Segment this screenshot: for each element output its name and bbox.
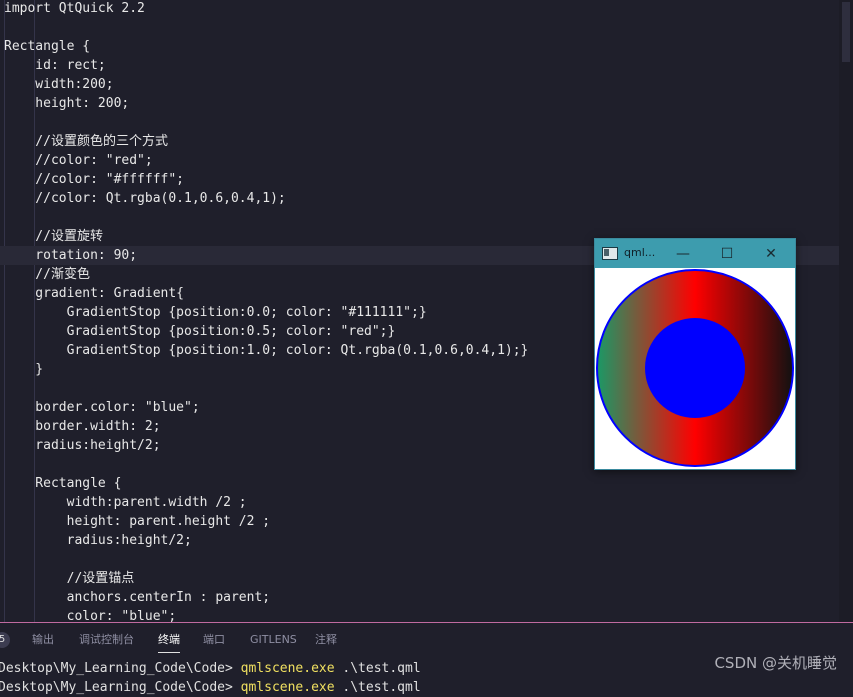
- close-button[interactable]: ✕: [751, 239, 791, 268]
- terminal-line[interactable]: Desktop\My_Learning_Code\Code> qmlscene.…: [0, 659, 421, 678]
- code-line[interactable]: width:parent.width /2 ;: [0, 493, 853, 512]
- code-line[interactable]: width:200;: [0, 75, 853, 94]
- scrollbar-thumb[interactable]: [842, 2, 850, 62]
- window-title: qml...: [624, 246, 656, 259]
- terminal-line[interactable]: Desktop\My_Learning_Code\Code> qmlscene.…: [0, 678, 421, 697]
- code-line[interactable]: [0, 18, 853, 37]
- code-line[interactable]: id: rect;: [0, 56, 853, 75]
- qml-scene-svg: [596, 269, 794, 467]
- tab-terminal[interactable]: 终端: [158, 632, 180, 653]
- code-line[interactable]: //color: "#ffffff";: [0, 170, 853, 189]
- tab-ports[interactable]: 端口: [203, 632, 225, 648]
- terminal-command: qmlscene.exe: [240, 680, 335, 695]
- problems-count-badge[interactable]: 5: [0, 632, 10, 648]
- tab-output[interactable]: 输出: [32, 632, 54, 648]
- terminal-command: qmlscene.exe: [240, 661, 335, 676]
- code-line[interactable]: radius:height/2;: [0, 531, 853, 550]
- code-line[interactable]: anchors.centerIn : parent;: [0, 588, 853, 607]
- code-line[interactable]: height: 200;: [0, 94, 853, 113]
- terminal-prompt: Desktop\My_Learning_Code\Code>: [0, 661, 241, 676]
- minimize-button[interactable]: —: [663, 239, 703, 268]
- code-line[interactable]: [0, 113, 853, 132]
- code-line[interactable]: //设置颜色的三个方式: [0, 132, 853, 151]
- watermark: CSDN @关机睡觉: [714, 654, 837, 672]
- tab-comments[interactable]: 注释: [315, 632, 337, 648]
- code-line[interactable]: Rectangle {: [0, 37, 853, 56]
- code-line[interactable]: [0, 208, 853, 227]
- code-line[interactable]: height: parent.height /2 ;: [0, 512, 853, 531]
- code-line[interactable]: color: "blue";: [0, 607, 853, 622]
- terminal-args: .\test.qml: [334, 680, 421, 695]
- code-line[interactable]: //color: Qt.rgba(0.1,0.6,0.4,1);: [0, 189, 853, 208]
- code-line[interactable]: [0, 550, 853, 569]
- code-line[interactable]: import QtQuick 2.2: [0, 0, 853, 18]
- inner-circle: [645, 318, 745, 418]
- window-titlebar[interactable]: qml... — ☐ ✕: [595, 239, 795, 268]
- terminal-prompt: Desktop\My_Learning_Code\Code>: [0, 680, 241, 695]
- code-line[interactable]: //设置锚点: [0, 569, 853, 588]
- qml-canvas: [595, 268, 795, 468]
- code-line[interactable]: Rectangle {: [0, 474, 853, 493]
- editor-scrollbar[interactable]: [839, 0, 853, 622]
- maximize-button[interactable]: ☐: [707, 239, 747, 268]
- code-line[interactable]: //color: "red";: [0, 151, 853, 170]
- app-icon: [602, 247, 618, 260]
- tab-debug-console[interactable]: 调试控制台: [79, 632, 134, 648]
- terminal-args: .\test.qml: [334, 661, 421, 676]
- qml-scene-window[interactable]: qml... — ☐ ✕: [594, 238, 796, 470]
- tab-gitlens[interactable]: GITLENS: [250, 632, 297, 648]
